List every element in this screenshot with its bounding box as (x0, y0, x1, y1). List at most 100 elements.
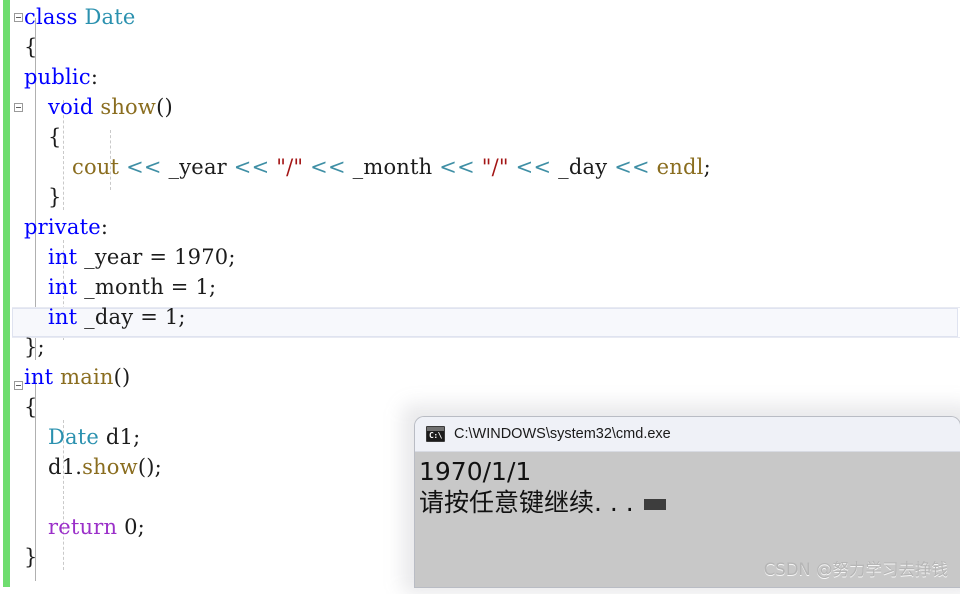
console-output-area[interactable]: 1970/1/1 请按任意键继续. . . (415, 452, 960, 587)
code-token-op: << (233, 155, 270, 179)
code-line-text: { (0, 32, 38, 62)
code-line-text: class Date (0, 2, 135, 32)
code-line[interactable]: int _year = 1970; (0, 242, 960, 272)
console-window[interactable]: C:\ C:\WINDOWS\system32\cmd.exe 1970/1/1… (415, 417, 960, 587)
code-token-op: << (439, 155, 475, 179)
code-token-plain: _month (352, 155, 433, 179)
code-token-plain: _day (558, 155, 608, 179)
code-token-fn: main (60, 365, 114, 389)
code-line[interactable]: void show() (0, 92, 960, 122)
code-token-plain: _month (84, 275, 164, 299)
code-token-plain: = (163, 275, 196, 299)
code-line-text: { (0, 122, 62, 152)
code-token-plain: _year (84, 245, 143, 269)
code-token-type: Date (48, 425, 100, 449)
code-line[interactable]: { (0, 122, 960, 152)
code-token-str: "/" (481, 155, 509, 179)
code-line-text: int _day = 1; (0, 302, 186, 332)
code-line[interactable]: }; (0, 332, 960, 362)
code-line-text: void show() (0, 92, 173, 122)
code-token-plain: ; (228, 245, 236, 269)
code-token-plain: _day (84, 305, 134, 329)
code-line[interactable]: public: (0, 62, 960, 92)
code-token-kw: int (48, 275, 78, 299)
code-token-plain: 1 (164, 305, 179, 329)
code-token-fn: cout (72, 155, 120, 179)
code-token-fn: endl (656, 155, 704, 179)
cmd-icon-prompt-text: C:\ (429, 431, 442, 440)
code-token-op: << (614, 155, 650, 179)
code-token-plain: }; (24, 335, 45, 359)
code-line-text: } (0, 182, 62, 212)
console-title-text: C:\WINDOWS\system32\cmd.exe (454, 426, 671, 442)
console-output-line: 请按任意键继续. . . (419, 487, 960, 518)
code-token-plain: ; (209, 275, 217, 299)
code-line-text: public: (0, 62, 98, 92)
code-token-plain: ; (133, 425, 141, 449)
code-token-plain: : (90, 65, 99, 89)
code-token-fn: show (82, 455, 138, 479)
code-token-plain: 1 (195, 275, 210, 299)
code-token-op: << (126, 155, 162, 179)
cmd-icon: C:\ (426, 426, 445, 442)
code-line[interactable]: int _day = 1; (0, 302, 960, 332)
code-line[interactable]: cout << _year << "/" << _month << "/" <<… (0, 152, 960, 182)
code-line[interactable]: int _month = 1; (0, 272, 960, 302)
code-line-text: private: (0, 212, 108, 242)
console-cursor (643, 499, 666, 510)
code-line-text: cout << _year << "/" << _month << "/" <<… (0, 152, 711, 182)
code-token-kw: int (48, 245, 78, 269)
code-line[interactable]: { (0, 32, 960, 62)
code-line[interactable]: class Date (0, 2, 960, 32)
code-line-text: { (0, 392, 38, 422)
code-token-op: << (310, 155, 346, 179)
code-token-kw: int (48, 305, 78, 329)
code-token-kw: private (24, 215, 101, 239)
code-token-plain: ; (703, 155, 711, 179)
code-line-text: Date d1; (0, 422, 140, 452)
code-line-text: return 0; (0, 512, 145, 542)
code-token-plain: = (142, 245, 175, 269)
code-line[interactable]: private: (0, 212, 960, 242)
code-line-text: } (0, 542, 38, 572)
code-token-fn: show (100, 95, 157, 119)
code-token-plain: d1 (105, 425, 134, 449)
code-token-kw: int (24, 365, 54, 389)
code-token-kw: public (24, 65, 91, 89)
code-line[interactable]: } (0, 182, 960, 212)
code-token-plain: = (133, 305, 165, 329)
code-token-kw: class (24, 5, 78, 29)
code-line-text: }; (0, 332, 45, 362)
code-token-ctl: return (48, 515, 118, 539)
code-line-text: int main() (0, 362, 130, 392)
code-token-plain: } (24, 545, 38, 569)
code-token-plain: () (113, 365, 131, 389)
code-token-plain: : (100, 215, 109, 239)
code-token-plain: 1970 (174, 245, 229, 269)
code-token-plain: { (48, 125, 62, 149)
code-token-plain: 0 (124, 515, 138, 539)
code-token-plain: d1 (48, 455, 76, 479)
code-token-plain: } (48, 185, 62, 209)
code-token-plain: ; (137, 515, 145, 539)
console-titlebar[interactable]: C:\ C:\WINDOWS\system32\cmd.exe (415, 417, 960, 452)
code-token-plain: _year (168, 155, 227, 179)
console-prompt-text: 请按任意键继续. . . (419, 488, 634, 517)
code-token-type: Date (84, 5, 136, 29)
code-line-text: d1.show(); (0, 452, 162, 482)
code-line-text: int _month = 1; (0, 272, 216, 302)
console-output-line: 1970/1/1 (419, 457, 532, 486)
code-token-plain: { (24, 35, 38, 59)
code-line-text: int _year = 1970; (0, 242, 236, 272)
code-token-str: "/" (276, 155, 304, 179)
code-line[interactable]: int main() (0, 362, 960, 392)
code-token-op: << (515, 155, 552, 179)
code-token-plain: (); (137, 455, 162, 479)
